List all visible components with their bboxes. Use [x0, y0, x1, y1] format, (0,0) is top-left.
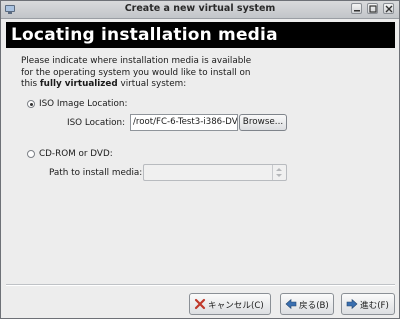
minimize-icon	[354, 10, 360, 12]
cancel-icon	[194, 298, 206, 310]
description-line-1: Please indicate where installation media…	[21, 56, 252, 66]
description-line-3-suffix: virtual system:	[117, 79, 187, 89]
title-bar[interactable]: Create a new virtual system	[1, 1, 399, 19]
maximize-icon	[369, 5, 377, 13]
header-banner: Locating installation media	[6, 22, 395, 48]
minimize-button[interactable]	[351, 3, 362, 14]
browse-button[interactable]: Browse...	[239, 114, 287, 131]
combo-arrows-icon	[272, 165, 286, 180]
footer-separator	[6, 284, 395, 286]
description-emphasis: fully virtualized	[39, 79, 118, 89]
back-arrow-icon	[285, 298, 297, 310]
forward-button[interactable]: 進む(F)	[341, 293, 395, 315]
page-title: Locating installation media	[11, 25, 278, 45]
description-line-2: for the operating system you would like …	[21, 67, 251, 78]
close-button[interactable]	[383, 3, 394, 14]
iso-location-label: ISO Location:	[67, 118, 126, 128]
content-area: Please indicate where installation media…	[1, 48, 399, 288]
cancel-label: キャンセル(C)	[208, 301, 264, 311]
description-line-3: this fully virtualized virtual system:	[21, 79, 321, 91]
close-icon	[385, 5, 393, 13]
window-title: Create a new virtual system	[124, 3, 276, 14]
back-label: 戻る(B)	[299, 301, 329, 311]
description-text: Please indicate where installation media…	[21, 56, 321, 91]
cdrom-radio-label[interactable]: CD-ROM or DVD:	[39, 149, 113, 159]
wizard-window: Create a new virtual system Locating ins…	[0, 0, 400, 319]
forward-label: 進む(F)	[360, 301, 389, 311]
install-media-path-label: Path to install media:	[49, 168, 143, 178]
maximize-button[interactable]	[367, 3, 378, 14]
iso-location-input[interactable]: /root/FC-6-Test3-i386-DVD.iso	[130, 114, 238, 131]
iso-radio-label[interactable]: ISO Image Location:	[39, 99, 127, 109]
description-line-3-prefix: this	[21, 79, 40, 89]
forward-arrow-icon	[346, 298, 358, 310]
cancel-button[interactable]: キャンセル(C)	[189, 293, 271, 315]
back-button[interactable]: 戻る(B)	[280, 293, 334, 315]
cdrom-radio[interactable]	[27, 150, 35, 158]
iso-radio[interactable]	[27, 100, 35, 108]
install-media-path-select[interactable]	[143, 164, 287, 181]
